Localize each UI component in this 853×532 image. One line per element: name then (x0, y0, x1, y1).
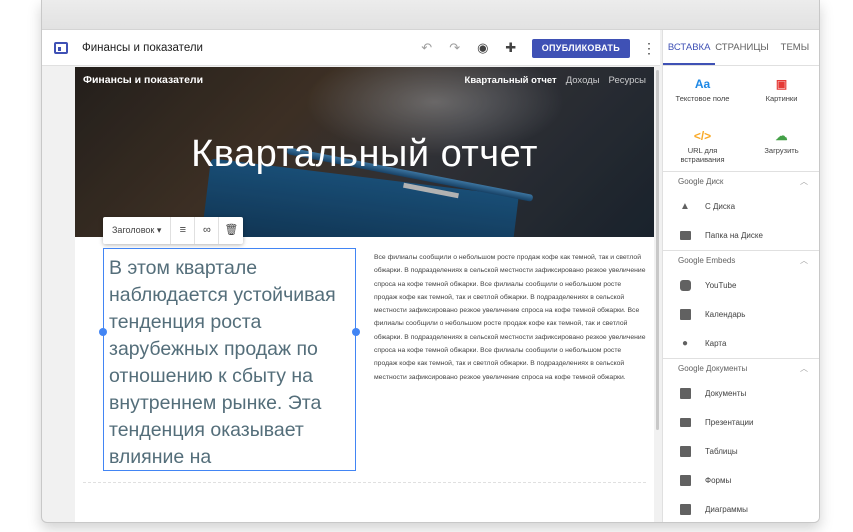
redo-icon[interactable]: ↷ (448, 41, 462, 55)
sidebar-item-label: Презентации (705, 418, 754, 427)
delete-icon[interactable]: 🗑 (219, 217, 243, 244)
embed-code-icon: </> (693, 129, 712, 143)
sidebar-item-sheets[interactable]: Таблицы (663, 437, 819, 466)
sheets-icon (679, 446, 691, 458)
tab-themes[interactable]: ТЕМЫ (769, 30, 819, 65)
editor-toolbar: Финансы и показатели ↶ ↷ ◉ ✚ ОПУБЛИКОВАТ… (42, 30, 660, 66)
section-google-drive: Google Диск ︿ ▲ С Диска Папка на Диске (663, 171, 819, 250)
nav-item-resources[interactable]: Ресурсы (609, 75, 646, 86)
section-google-embeds: Google Embeds ︿ YouTube Календарь ● Карта (663, 250, 819, 358)
section-title-embeds: Google Embeds (678, 256, 736, 265)
preview-eye-icon[interactable]: ◉ (476, 41, 490, 55)
text-style-dropdown[interactable]: Заголовок ▾ (103, 217, 172, 244)
panel-tabs: ВСТАВКА СТРАНИЦЫ ТЕМЫ (663, 30, 819, 66)
add-person-icon[interactable]: ✚ (504, 41, 518, 55)
insert-images-label: Картинки (765, 94, 798, 103)
section-divider (83, 482, 646, 483)
publish-button[interactable]: ОПУБЛИКОВАТЬ (531, 38, 630, 58)
sidebar-item-label: С Диска (705, 202, 736, 211)
sidebar-item-docs[interactable]: Документы (663, 379, 819, 408)
sidebar-item-label: Карта (705, 339, 727, 348)
insert-upload[interactable]: ☁ Загрузить (742, 126, 819, 178)
sidebar-item-charts[interactable]: Диаграммы (663, 495, 819, 522)
docs-icon (679, 388, 691, 400)
selected-text-box[interactable]: В этом квартале наблюдается устойчивая т… (103, 248, 356, 471)
chevron-up-icon: ︿ (800, 177, 808, 186)
insert-text-box[interactable]: Aa Текстовое поле (663, 74, 742, 126)
sidebar-item-label: Таблицы (705, 447, 738, 456)
sidebar-item-label: Диаграммы (705, 505, 748, 514)
sidebar-item-calendar[interactable]: Календарь (663, 300, 819, 329)
sidebar-item-label: Формы (705, 476, 732, 485)
format-toolbar: Заголовок ▾ ≡ ∞ 🗑 (103, 217, 244, 244)
sidebar-item-label: YouTube (705, 281, 737, 290)
nav-item-quarterly[interactable]: Квартальный отчет (465, 75, 557, 86)
sidebar-item-label: Календарь (705, 310, 746, 319)
site-name[interactable]: Финансы и показатели (83, 74, 203, 86)
insert-text-box-label: Текстовое поле (675, 94, 730, 103)
section-header-docs[interactable]: Google Документы ︿ (663, 359, 819, 379)
resize-handle-left[interactable] (99, 328, 107, 336)
upload-icon: ☁ (775, 129, 788, 143)
selected-text-content[interactable]: В этом квартале наблюдается устойчивая т… (109, 255, 351, 470)
undo-icon[interactable]: ↶ (420, 41, 434, 55)
sidebar-item-from-drive[interactable]: ▲ С Диска (663, 192, 819, 221)
chevron-up-icon: ︿ (800, 364, 808, 373)
sidebar-item-slides[interactable]: Презентации (663, 408, 819, 437)
folder-icon (679, 230, 691, 242)
section-header-embeds[interactable]: Google Embeds ︿ (663, 251, 819, 271)
site-navigation: Квартальный отчет Доходы Ресурсы (456, 75, 646, 86)
page-canvas: Финансы и показатели Квартальный отчет Д… (75, 67, 654, 522)
insert-images[interactable]: ▣ Картинки (742, 74, 819, 126)
insert-embed-url-label: URL для встраивания (680, 146, 725, 164)
document-title[interactable]: Финансы и показатели (82, 42, 203, 54)
toolbar-actions: ↶ ↷ ◉ ✚ ОПУБЛИКОВАТЬ ⋮ (420, 30, 656, 66)
nav-item-income[interactable]: Доходы (566, 75, 600, 86)
text-box-icon: Aa (694, 77, 711, 91)
sidebar-item-forms[interactable]: Формы (663, 466, 819, 495)
browser-window: Финансы и показатели ↶ ↷ ◉ ✚ ОПУБЛИКОВАТ… (41, 0, 820, 523)
image-icon: ▣ (775, 77, 788, 91)
side-panel: ВСТАВКА СТРАНИЦЫ ТЕМЫ Aa Текстовое поле … (662, 30, 819, 522)
section-title-drive: Google Диск (678, 177, 724, 186)
sidebar-item-drive-folder[interactable]: Папка на Диске (663, 221, 819, 250)
hero-title[interactable]: Квартальный отчет (75, 133, 654, 176)
sites-logo-icon[interactable] (54, 41, 68, 54)
text-style-label: Заголовок (112, 225, 155, 235)
tab-insert[interactable]: ВСТАВКА (663, 30, 716, 65)
section-header-drive[interactable]: Google Диск ︿ (663, 172, 819, 192)
section-google-docs: Google Документы ︿ Документы Презентации … (663, 358, 819, 522)
sidebar-item-map[interactable]: ● Карта (663, 329, 819, 358)
section-title-docs: Google Документы (678, 364, 748, 373)
sidebar-item-label: Папка на Диске (705, 231, 763, 240)
canvas-scrollbar[interactable] (656, 70, 659, 430)
more-options-icon[interactable]: ⋮ (642, 41, 656, 55)
insert-upload-label: Загрузить (764, 146, 799, 155)
hero-banner[interactable]: Финансы и показатели Квартальный отчет Д… (75, 67, 654, 237)
chevron-up-icon: ︿ (800, 256, 808, 265)
drive-icon: ▲ (680, 201, 690, 212)
resize-handle-right[interactable] (352, 328, 360, 336)
calendar-icon (679, 309, 691, 321)
sidebar-item-youtube[interactable]: YouTube (663, 271, 819, 300)
map-pin-icon: ● (681, 338, 689, 349)
forms-icon (679, 475, 691, 487)
tab-pages[interactable]: СТРАНИЦЫ (715, 30, 769, 65)
align-icon[interactable]: ≡ (171, 217, 196, 244)
link-icon[interactable]: ∞ (195, 217, 220, 244)
sidebar-item-label: Документы (705, 389, 747, 398)
insert-embed-url[interactable]: </> URL для встраивания (663, 126, 742, 178)
charts-icon (679, 504, 691, 516)
browser-chrome (42, 0, 819, 30)
slides-icon (679, 417, 691, 429)
body-paragraph[interactable]: Все филиалы сообщили о небольшом росте п… (374, 251, 646, 384)
insert-grid: Aa Текстовое поле ▣ Картинки </> URL для… (663, 66, 819, 171)
youtube-icon (679, 280, 691, 292)
